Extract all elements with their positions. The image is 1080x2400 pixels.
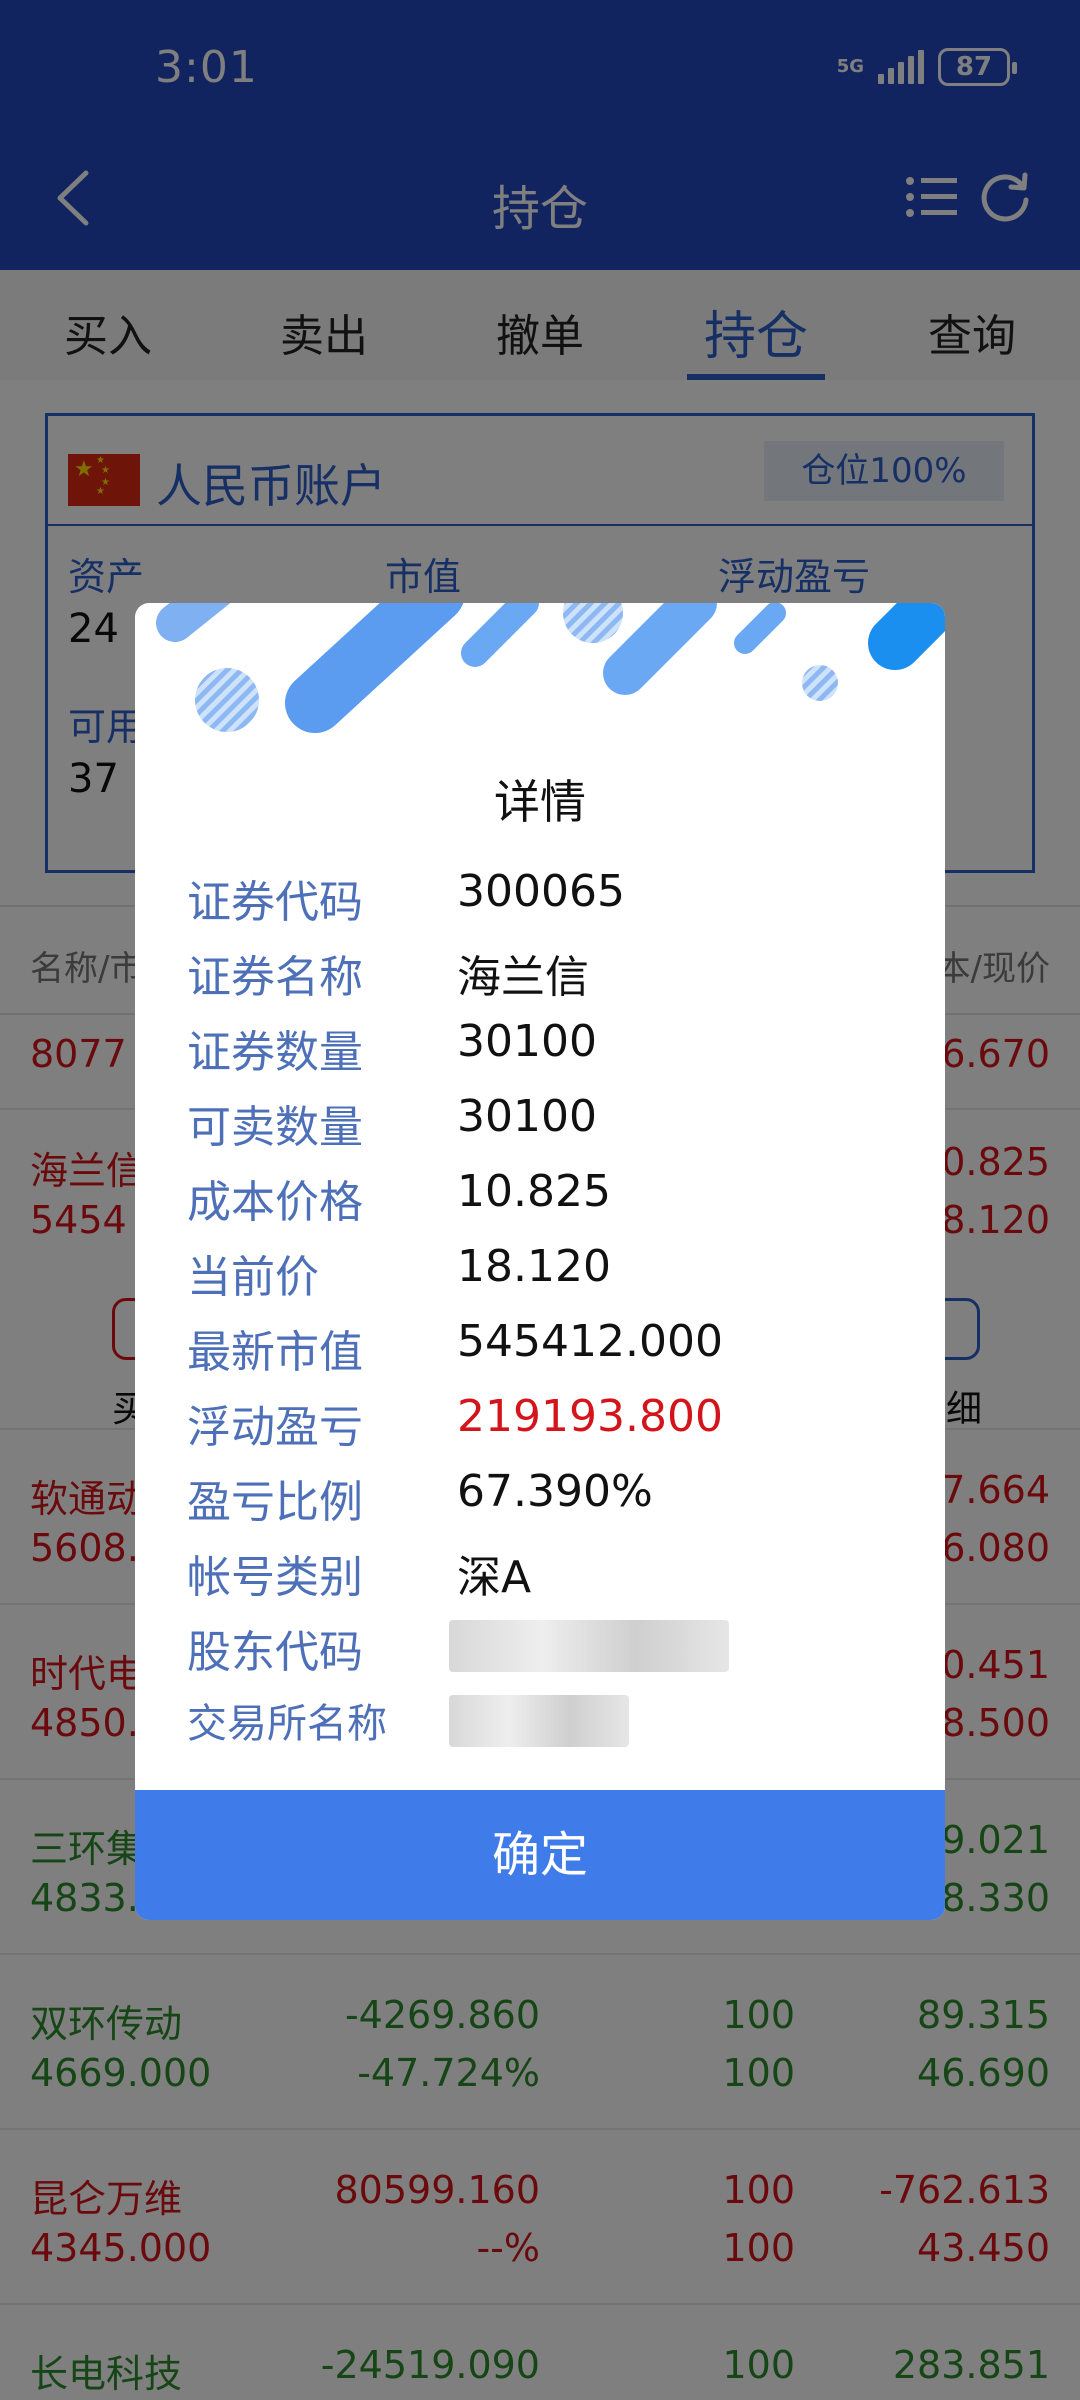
dialog-banner-decoration [156, 603, 945, 733]
detail-value: 545412.000 [457, 1316, 723, 1367]
detail-label: 证券数量 [187, 1027, 363, 1078]
detail-row-cost: 成本价格 10.825 [187, 1166, 907, 1241]
detail-row-sellable: 可卖数量 30100 [187, 1091, 907, 1166]
detail-label: 当前价 [187, 1252, 319, 1303]
detail-label: 证券代码 [187, 877, 363, 928]
redacted-value [449, 1620, 729, 1672]
detail-row-quantity: 证券数量 30100 [187, 1016, 907, 1091]
confirm-button[interactable]: 确定 [135, 1790, 945, 1920]
detail-row-name: 证券名称 海兰信 [187, 941, 907, 1016]
detail-label: 证券名称 [187, 952, 363, 1003]
detail-label: 浮动盈亏 [187, 1402, 363, 1453]
detail-row-exchange: 交易所名称 [187, 1691, 907, 1766]
detail-value: 30100 [457, 1016, 597, 1067]
detail-value: 深A [457, 1552, 532, 1603]
detail-row-price: 当前价 18.120 [187, 1241, 907, 1316]
detail-value: 海兰信 [457, 952, 589, 1003]
detail-label: 最新市值 [187, 1327, 363, 1378]
detail-label: 盈亏比例 [187, 1477, 363, 1528]
detail-label: 股东代码 [187, 1627, 363, 1678]
detail-label: 交易所名称 [187, 1701, 387, 1747]
detail-value: 10.825 [457, 1166, 611, 1217]
detail-value: 300065 [457, 866, 625, 917]
detail-row-floating-pnl: 浮动盈亏 219193.800 [187, 1391, 907, 1466]
detail-value: 67.390% [457, 1466, 653, 1517]
detail-label: 帐号类别 [187, 1552, 363, 1603]
detail-row-account-type: 帐号类别 深A [187, 1541, 907, 1616]
detail-value: 18.120 [457, 1241, 611, 1292]
detail-row-code: 证券代码 300065 [187, 866, 907, 941]
redacted-value [449, 1695, 629, 1747]
detail-dialog: 详情 证券代码 300065 证券名称 海兰信 证券数量 30100 可卖数量 … [135, 603, 945, 1920]
detail-row-pnl-ratio: 盈亏比例 67.390% [187, 1466, 907, 1541]
detail-value: 219193.800 [457, 1391, 723, 1442]
dialog-title: 详情 [494, 775, 586, 829]
detail-label: 成本价格 [187, 1177, 363, 1228]
detail-row-market-value: 最新市值 545412.000 [187, 1316, 907, 1391]
detail-label: 可卖数量 [187, 1102, 363, 1153]
detail-value: 30100 [457, 1091, 597, 1142]
detail-row-shareholder-code: 股东代码 [187, 1616, 907, 1691]
